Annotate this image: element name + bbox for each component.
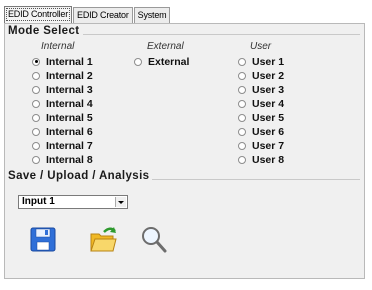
radio-label: User 4	[252, 97, 285, 110]
radio-label: User 3	[252, 83, 285, 96]
radio-user-5[interactable]: User 5	[238, 111, 284, 124]
input-select-value: Input 1	[22, 196, 55, 207]
radio-internal-8[interactable]: Internal 8	[32, 153, 93, 166]
radio-button[interactable]	[32, 113, 40, 122]
save-icon	[30, 227, 56, 252]
radio-external[interactable]: External	[134, 55, 189, 68]
radio-label: Internal 6	[46, 125, 93, 138]
input-select[interactable]: Input 1	[18, 195, 128, 209]
radio-label: Internal 8	[46, 153, 93, 166]
radio-label: Internal 1	[46, 55, 93, 68]
radio-internal-1[interactable]: Internal 1	[32, 55, 93, 68]
radio-button[interactable]	[238, 85, 246, 94]
open-folder-icon	[90, 227, 117, 252]
tab-edid-controller[interactable]: EDID Controller	[4, 6, 73, 23]
chevron-down-icon[interactable]	[115, 197, 126, 207]
radio-label: Internal 4	[46, 97, 93, 110]
radio-internal-4[interactable]: Internal 4	[32, 97, 93, 110]
upload-button[interactable]	[88, 224, 118, 254]
radio-label: User 1	[252, 55, 285, 68]
radio-internal-7[interactable]: Internal 7	[32, 139, 93, 152]
radio-label: User 8	[252, 153, 285, 166]
radio-button[interactable]	[32, 99, 40, 108]
radio-button[interactable]	[32, 141, 40, 150]
tab-edid-creator[interactable]: EDID Creator	[73, 7, 133, 23]
radio-user-8[interactable]: User 8	[238, 153, 284, 166]
radio-button[interactable]	[32, 127, 40, 136]
mode-select-group: Mode Select	[8, 25, 360, 37]
radio-button[interactable]	[238, 141, 246, 150]
radio-button[interactable]	[238, 155, 246, 164]
radio-label: User 6	[252, 125, 285, 138]
radio-user-1[interactable]: User 1	[238, 55, 284, 68]
tab-system[interactable]: System	[133, 7, 171, 23]
external-heading: External	[147, 41, 184, 52]
radio-button[interactable]	[238, 113, 246, 122]
radio-label: User 5	[252, 111, 285, 124]
radio-user-7[interactable]: User 7	[238, 139, 284, 152]
radio-button[interactable]	[32, 57, 40, 66]
radio-internal-6[interactable]: Internal 6	[32, 125, 93, 138]
radio-user-4[interactable]: User 4	[238, 97, 284, 110]
radio-button[interactable]	[238, 57, 246, 66]
radio-button[interactable]	[32, 71, 40, 80]
radio-button[interactable]	[238, 99, 246, 108]
save-button[interactable]	[28, 224, 58, 254]
radio-label: User 2	[252, 69, 285, 82]
radio-label: User 7	[252, 139, 285, 152]
user-heading: User	[250, 41, 272, 52]
radio-label: Internal 2	[46, 69, 93, 82]
radio-button[interactable]	[32, 155, 40, 164]
radio-internal-5[interactable]: Internal 5	[32, 111, 93, 124]
radio-user-2[interactable]: User 2	[238, 69, 284, 82]
analysis-button[interactable]	[138, 224, 168, 254]
radio-button[interactable]	[134, 57, 142, 66]
radio-internal-3[interactable]: Internal 3	[32, 83, 93, 96]
radio-label: External	[148, 55, 190, 68]
radio-label: Internal 7	[46, 139, 93, 152]
radio-button[interactable]	[238, 71, 246, 80]
magnifier-icon	[142, 227, 167, 253]
internal-heading: Internal	[41, 41, 75, 52]
radio-label: Internal 5	[46, 111, 93, 124]
edid-controller-panel: Mode Select Internal External User Inter…	[4, 23, 365, 279]
radio-button[interactable]	[238, 127, 246, 136]
radio-button[interactable]	[32, 85, 40, 94]
radio-user-3[interactable]: User 3	[238, 83, 284, 96]
mode-select-title: Mode Select	[8, 25, 83, 37]
radio-label: Internal 3	[46, 83, 93, 96]
tab-strip: EDID Controller EDID Creator System	[4, 6, 171, 23]
radio-user-6[interactable]: User 6	[238, 125, 284, 138]
radio-internal-2[interactable]: Internal 2	[32, 69, 93, 82]
save-upload-analysis-group: Save / Upload / Analysis	[8, 170, 360, 182]
save-upload-analysis-title: Save / Upload / Analysis	[8, 170, 153, 182]
